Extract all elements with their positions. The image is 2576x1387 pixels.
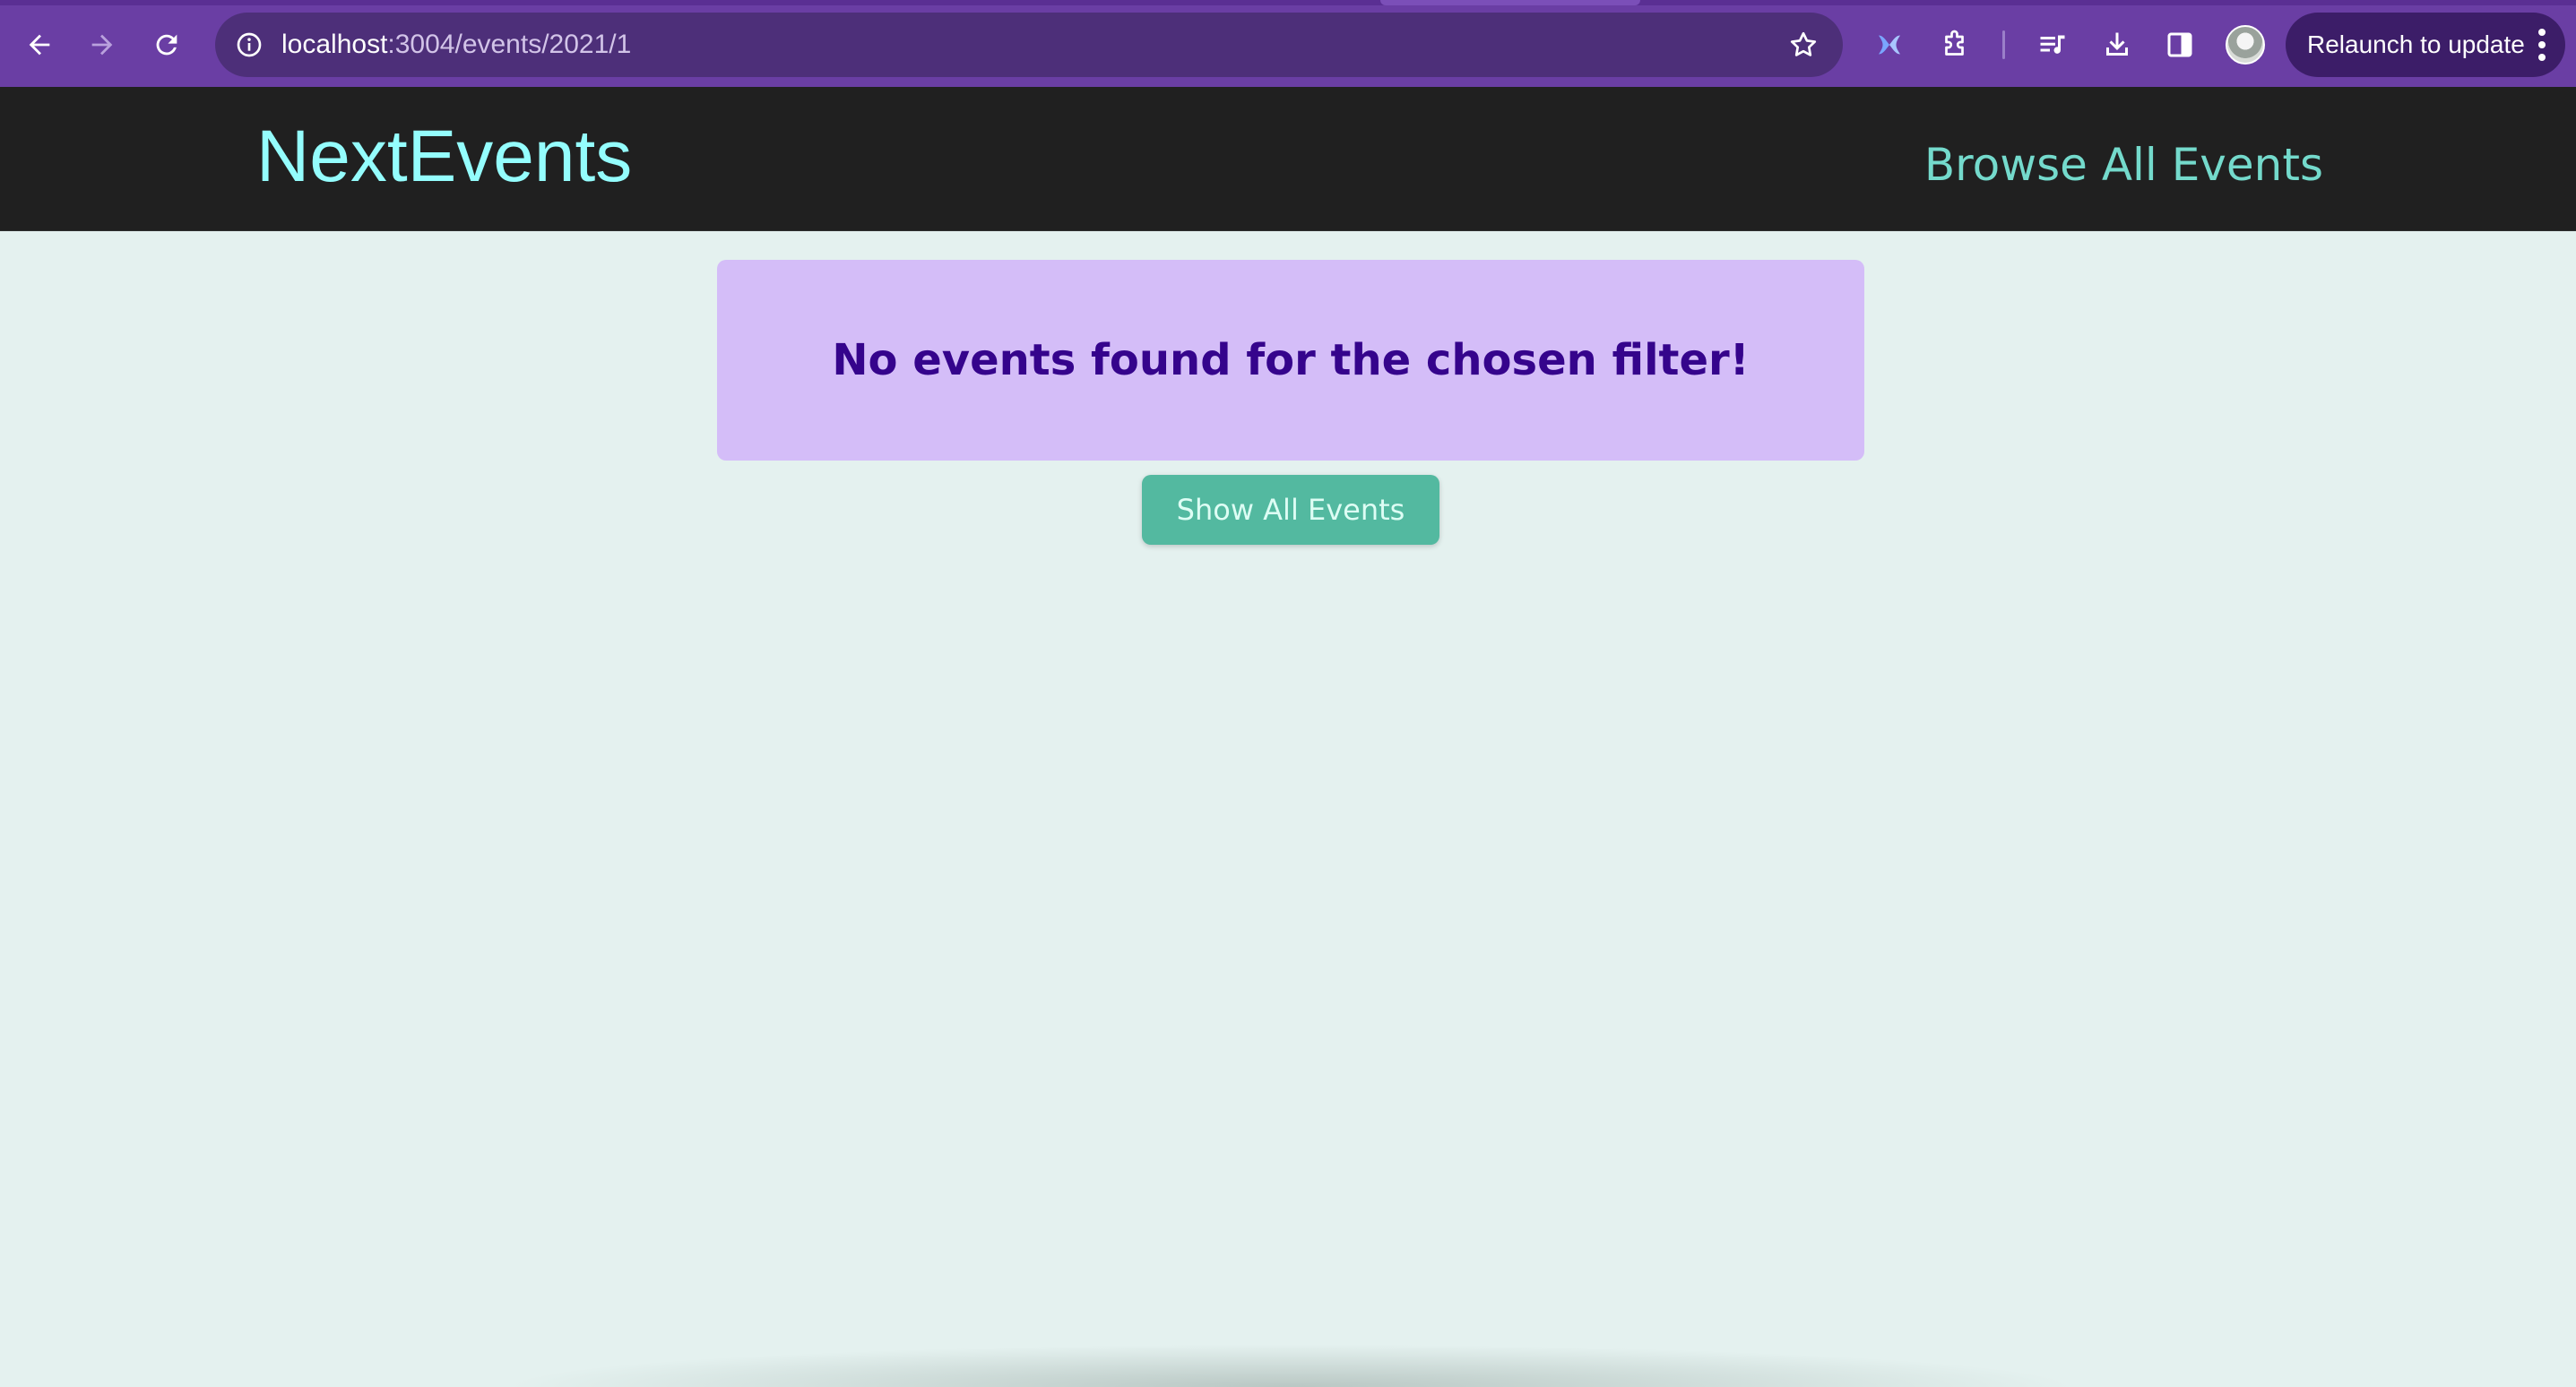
arrow-left-icon [29,34,50,56]
media-queue-icon[interactable] [2031,23,2074,66]
kebab-menu-icon[interactable] [2538,29,2546,61]
address-bar[interactable]: localhost:3004/events/2021/1 [215,13,1843,77]
site-header: NextEvents Browse All Events [0,87,2576,231]
relaunch-label: Relaunch to update [2307,30,2525,58]
forward-button[interactable] [77,20,127,70]
tab-strip [0,0,2576,5]
url-host: localhost [281,30,388,59]
url-text[interactable]: localhost:3004/events/2021/1 [281,13,631,77]
back-button[interactable] [14,20,65,70]
show-all-events-button[interactable]: Show All Events [1142,475,1439,545]
download-icon[interactable] [2096,23,2139,66]
url-path: :3004/events/2021/1 [387,30,632,59]
arrow-right-icon [91,34,113,56]
toolbar-divider [2002,30,2005,59]
browse-all-events-link[interactable]: Browse All Events [1924,134,2323,196]
relaunch-to-update-button[interactable]: Relaunch to update [2286,13,2565,77]
active-tab-indicator[interactable] [1380,0,1640,5]
side-panel-icon[interactable] [2158,23,2201,66]
star-icon[interactable] [1787,29,1820,61]
extension-app-icon[interactable] [1868,23,1911,66]
info-icon[interactable] [229,25,269,65]
browser-toolbar: localhost:3004/events/2021/1 Relaunch to… [0,0,2576,87]
reload-button[interactable] [142,20,192,70]
reload-icon [156,34,177,56]
no-events-alert: No events found for the chosen filter! [717,260,1864,461]
site-logo-link[interactable]: NextEvents [256,112,632,202]
puzzle-piece-icon[interactable] [1934,23,1977,66]
alert-message: No events found for the chosen filter! [832,335,1750,385]
profile-avatar[interactable] [2226,25,2265,65]
bottom-shadow [502,1344,2079,1387]
